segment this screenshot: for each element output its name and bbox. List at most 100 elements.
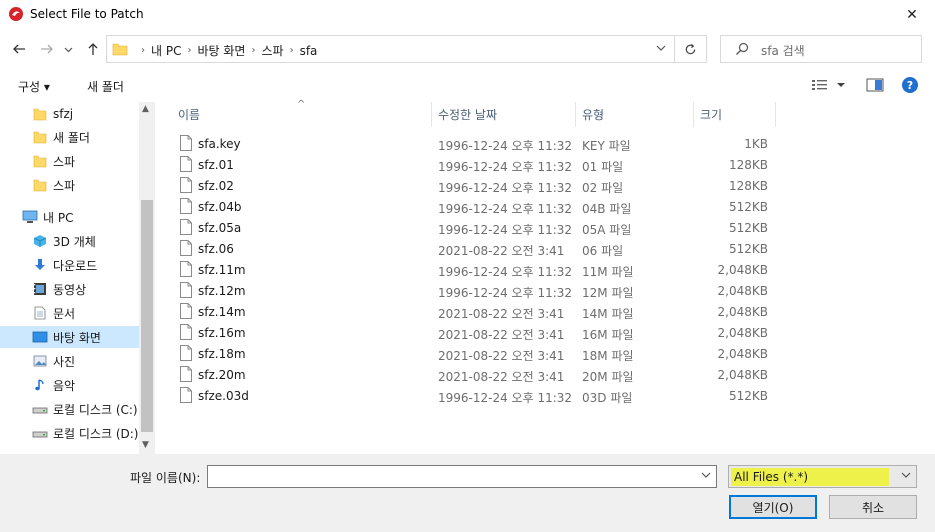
- file-row[interactable]: sfz.01 1996-12-24 오후 11:32 01 파일 128KB: [176, 154, 776, 175]
- file-modified: 2021-08-22 오전 3:41: [438, 349, 565, 363]
- navigation-pane: sfzj 새 폴더 스파 스파 내 PC 3D 개체 다운로드 동영상 문서 바…: [0, 102, 155, 454]
- view-options-button[interactable]: [812, 77, 846, 96]
- nav-item-label: 스파: [53, 178, 76, 193]
- back-arrow-icon: [13, 44, 25, 54]
- scroll-down-icon[interactable]: ▼: [142, 440, 149, 450]
- file-row[interactable]: sfz.04b 1996-12-24 오후 11:32 04B 파일 512KB: [176, 196, 776, 217]
- nav-item-drive-d[interactable]: 로컬 디스크 (D:): [0, 422, 139, 444]
- file-icon: [180, 345, 192, 361]
- svg-text:?: ?: [907, 79, 913, 92]
- file-row[interactable]: sfa.key 1996-12-24 오후 11:32 KEY 파일 1KB: [176, 133, 776, 154]
- column-header-label: 수정한 날짜: [438, 108, 498, 122]
- file-type: 14M 파일: [582, 307, 634, 321]
- scroll-up-icon[interactable]: ▲: [142, 104, 149, 114]
- column-header-size[interactable]: 크기: [694, 102, 776, 127]
- nav-item-downloads[interactable]: 다운로드: [0, 254, 139, 276]
- list-view-icon: [812, 80, 845, 90]
- app-icon: [9, 7, 23, 21]
- nav-item-this-pc[interactable]: 내 PC: [0, 206, 139, 228]
- nav-item-new-folder[interactable]: 새 폴더: [0, 126, 139, 148]
- scroll-thumb[interactable]: [141, 200, 153, 432]
- nav-item-videos[interactable]: 동영상: [0, 278, 139, 300]
- file-icon: [180, 324, 192, 340]
- column-header-type[interactable]: 유형: [576, 102, 694, 127]
- column-header-modified[interactable]: 수정한 날짜: [432, 102, 576, 127]
- file-modified: 1996-12-24 오후 11:32: [438, 181, 573, 195]
- nav-item-drive-c[interactable]: 로컬 디스크 (C:): [0, 398, 139, 420]
- file-row[interactable]: sfz.18m 2021-08-22 오전 3:41 18M 파일 2,048K…: [176, 343, 776, 364]
- file-modified: 1996-12-24 오후 11:32: [438, 223, 573, 237]
- nav-item-3d-objects[interactable]: 3D 개체: [0, 230, 139, 252]
- file-row[interactable]: sfz.16m 2021-08-22 오전 3:41 16M 파일 2,048K…: [176, 322, 776, 343]
- back-button[interactable]: [8, 38, 30, 60]
- folder-icon: [32, 106, 48, 122]
- address-dropdown-icon[interactable]: [656, 43, 666, 53]
- filename-field[interactable]: [207, 465, 717, 488]
- forward-arrow-icon: [41, 44, 53, 54]
- file-name: sfz.11m: [198, 263, 246, 277]
- file-row[interactable]: sfze.03d 1996-12-24 오후 11:32 03D 파일 512K…: [176, 385, 776, 406]
- file-row[interactable]: sfz.12m 1996-12-24 오후 11:32 12M 파일 2,048…: [176, 280, 776, 301]
- nav-item-label: 다운로드: [53, 258, 98, 273]
- nav-item-sfzj[interactable]: sfzj: [0, 103, 139, 125]
- nav-item-documents[interactable]: 문서: [0, 302, 139, 324]
- file-modified: 1996-12-24 오후 11:32: [438, 391, 573, 405]
- new-folder-button[interactable]: 새 폴더: [87, 78, 124, 95]
- file-icon: [180, 366, 192, 382]
- nav-item-label: 사진: [53, 354, 76, 369]
- breadcrumb-item[interactable]: sfa: [300, 44, 318, 58]
- address-bar[interactable]: › 내 PC › 바탕 화면 › 스파 › sfa: [106, 35, 675, 63]
- filename-label: 파일 이름(N):: [130, 471, 201, 485]
- nav-item-spa[interactable]: 스파: [0, 150, 139, 172]
- file-name: sfz.12m: [198, 284, 246, 298]
- close-button[interactable]: ✕: [889, 0, 935, 30]
- file-modified: 1996-12-24 오후 11:32: [438, 202, 573, 216]
- file-row[interactable]: sfz.14m 2021-08-22 오전 3:41 14M 파일 2,048K…: [176, 301, 776, 322]
- preview-pane-button[interactable]: [866, 77, 884, 96]
- forward-button[interactable]: [36, 38, 58, 60]
- file-row[interactable]: sfz.20m 2021-08-22 오전 3:41 20M 파일 2,048K…: [176, 364, 776, 385]
- nav-item-label: 3D 개체: [53, 234, 96, 249]
- close-icon: ✕: [906, 7, 918, 23]
- nav-scrollbar[interactable]: ▲ ▼: [139, 102, 155, 454]
- pc-icon: [22, 209, 38, 225]
- desktop-icon: [32, 329, 48, 345]
- up-arrow-icon: [88, 43, 98, 55]
- file-size: 512KB: [728, 221, 768, 235]
- nav-item-spa[interactable]: 스파: [0, 174, 139, 196]
- chevron-right-icon: ›: [251, 45, 256, 56]
- file-row[interactable]: sfz.11m 1996-12-24 오후 11:32 11M 파일 2,048…: [176, 259, 776, 280]
- file-row[interactable]: sfz.02 1996-12-24 오후 11:32 02 파일 128KB: [176, 175, 776, 196]
- file-modified: 1996-12-24 오후 11:32: [438, 265, 573, 279]
- file-row[interactable]: sfz.06 2021-08-22 오전 3:41 06 파일 512KB: [176, 238, 776, 259]
- refresh-icon: [685, 43, 696, 54]
- chevron-down-icon: [64, 47, 72, 52]
- nav-item-pictures[interactable]: 사진: [0, 350, 139, 372]
- recent-locations-button[interactable]: [60, 38, 76, 60]
- nav-item-desktop[interactable]: 바탕 화면: [0, 326, 139, 348]
- breadcrumb-item[interactable]: 내 PC: [151, 42, 181, 59]
- file-name: sfz.01: [198, 158, 234, 172]
- file-size: 2,048KB: [717, 368, 768, 382]
- file-name: sfz.05a: [198, 221, 242, 235]
- file-icon: [180, 303, 192, 319]
- file-modified: 1996-12-24 오후 11:32: [438, 160, 573, 174]
- nav-item-music[interactable]: 음악: [0, 374, 139, 396]
- up-button[interactable]: [82, 38, 104, 60]
- file-type: 01 파일: [582, 160, 624, 174]
- chevron-down-icon[interactable]: [701, 470, 711, 480]
- breadcrumb-item[interactable]: 바탕 화면: [197, 42, 245, 59]
- file-type-filter[interactable]: All Files (*.*): [728, 465, 917, 488]
- file-icon: [180, 240, 192, 256]
- file-row[interactable]: sfz.05a 1996-12-24 오후 11:32 05A 파일 512KB: [176, 217, 776, 238]
- cancel-button[interactable]: 취소: [829, 495, 917, 519]
- breadcrumb-item[interactable]: 스파: [261, 42, 283, 59]
- music-icon: [32, 377, 48, 393]
- search-input[interactable]: sfa 검색: [720, 35, 922, 63]
- file-icon: [180, 282, 192, 298]
- organize-button[interactable]: 구성 ▾: [18, 78, 50, 95]
- column-header-name[interactable]: 이름: [172, 102, 432, 127]
- help-button[interactable]: ?: [902, 77, 918, 96]
- open-button[interactable]: 열기(O): [729, 495, 817, 519]
- refresh-button[interactable]: [675, 35, 707, 63]
